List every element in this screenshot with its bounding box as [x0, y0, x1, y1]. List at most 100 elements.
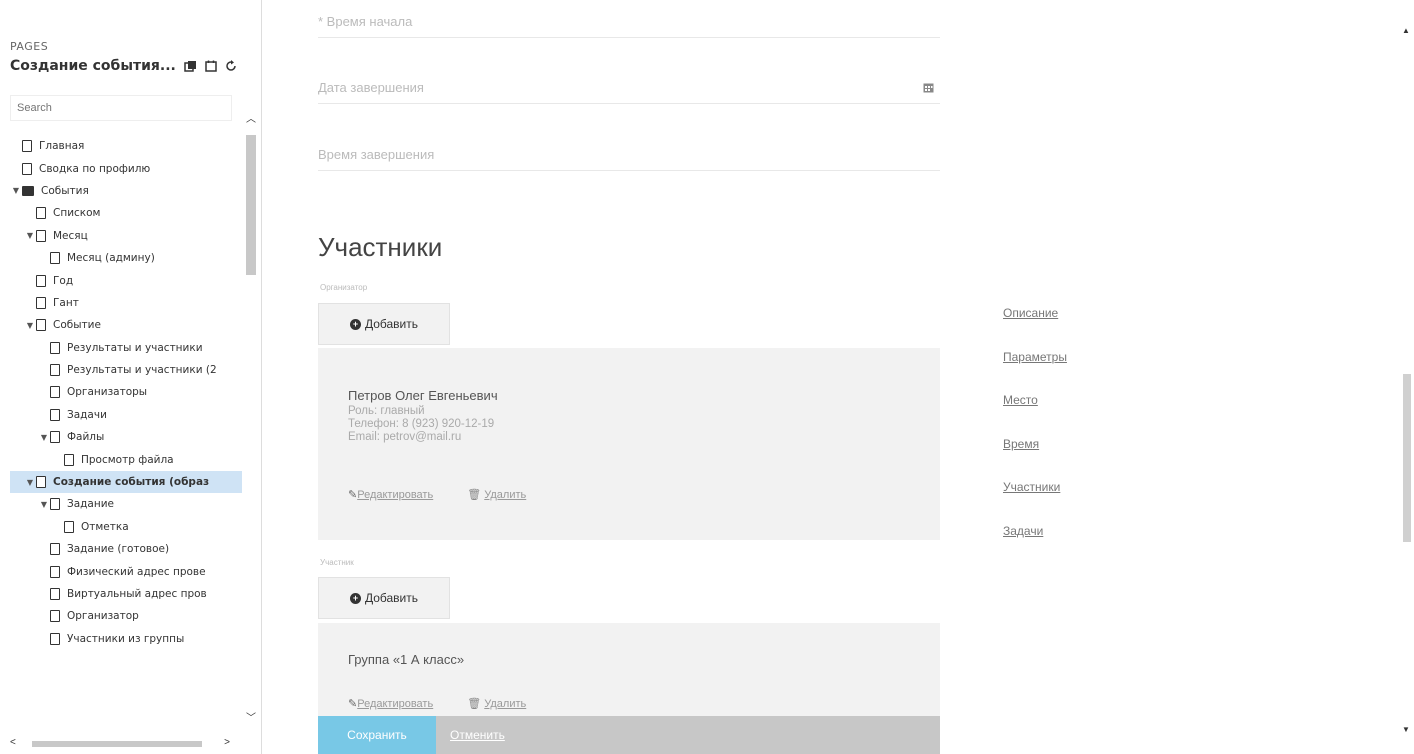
start-time-field[interactable]: * Время начала [318, 4, 940, 38]
tree-item[interactable]: Отметка [10, 516, 242, 538]
scroll-up-icon[interactable]: ▲ [1402, 26, 1410, 35]
tree-item[interactable]: Гант [10, 292, 242, 314]
page-search-input[interactable] [11, 96, 231, 120]
plus-circle-icon: + [349, 592, 361, 604]
tree-item-label: Просмотр файла [81, 453, 174, 466]
participant-delete-link[interactable]: 🗑 Удалить [467, 697, 526, 710]
page-icon [36, 207, 46, 220]
tree-item[interactable]: Организаторы [10, 381, 242, 403]
tree-item[interactable]: ▼ Файлы [10, 426, 242, 448]
tree-item[interactable]: Главная [10, 135, 242, 157]
page-icon [64, 453, 74, 466]
add-organizer-button[interactable]: + Добавить [318, 303, 450, 345]
page-icon [50, 341, 60, 354]
participants-heading: Участники [318, 232, 443, 262]
tree-item[interactable]: Списком [10, 202, 242, 224]
tree-item[interactable]: Задачи [10, 404, 242, 426]
scroll-left-icon[interactable]: < [10, 737, 16, 748]
participant-name: Группа «1 А класс» [348, 652, 465, 667]
tree-item[interactable]: ▼ Создание события (образ [10, 470, 242, 494]
expand-caret-icon[interactable]: ▼ [24, 231, 36, 240]
tree-item-label: Год [53, 274, 74, 287]
organizer-edit-label: Редактировать [357, 489, 434, 501]
tree-item-label: Результаты и участники [67, 341, 203, 354]
tree-item-label: События [41, 184, 89, 197]
section-nav: Описание Параметры Место Время Участники Зада… [1003, 306, 1067, 567]
participant-group-label: Участник [320, 558, 354, 567]
scroll-up-icon[interactable]: ︿ [243, 110, 259, 126]
tree-item-label: Главная [39, 140, 85, 153]
end-date-field[interactable]: Дата завершения [318, 70, 940, 104]
sidebar-horizontal-scrollbar[interactable]: < > [10, 737, 250, 751]
participant-edit-link[interactable]: ✎Редактировать [348, 697, 433, 710]
tree-item[interactable]: ▼ Событие [10, 314, 242, 336]
organizer-email: Email: petrov@mail.ru [348, 431, 462, 443]
expand-caret-icon[interactable]: ▼ [24, 321, 36, 330]
tree-item-label: Месяц [53, 229, 88, 242]
calendar-page-icon[interactable] [204, 59, 218, 73]
tree-item-label: Файлы [67, 431, 105, 444]
tree-item[interactable]: Результаты и участники [10, 337, 242, 359]
tree-item[interactable]: ▼ Месяц [10, 225, 242, 247]
page-title-icons [184, 59, 238, 73]
organizer-name: Петров Олег Евгеньевич [348, 388, 498, 403]
tree-item[interactable]: ▼ Задание [10, 493, 242, 515]
tree-item-label: Событие [53, 319, 101, 332]
tree-item[interactable]: Участники из группы [10, 628, 242, 650]
tree-item[interactable]: ▼ События [10, 180, 242, 202]
save-button[interactable]: Сохранить [318, 716, 436, 754]
folder-icon [22, 185, 34, 196]
organizer-role: Роль: главный [348, 405, 425, 417]
pencil-icon: ✎ [348, 698, 358, 710]
tree-item[interactable]: Год [10, 269, 242, 291]
add-participant-button[interactable]: + Добавить [318, 577, 450, 619]
tree-item[interactable]: Результаты и участники (2 [10, 359, 242, 381]
tree-item[interactable]: Сводка по профилю [10, 157, 242, 179]
page-icon [36, 476, 46, 489]
tree-item-label: Сводка по профилю [39, 162, 151, 175]
tree-item[interactable]: Виртуальный адрес пров [10, 583, 242, 605]
expand-caret-icon[interactable]: ▼ [10, 186, 22, 195]
page-scroll-thumb[interactable] [1403, 374, 1411, 542]
section-nav-link[interactable]: Задачи [1003, 524, 1067, 568]
participant-edit-label: Редактировать [357, 698, 434, 710]
page-icon [50, 632, 60, 645]
tree-item-label: Задание [67, 498, 115, 511]
section-nav-link[interactable]: Параметры [1003, 350, 1067, 394]
page-title: Создание события... [10, 58, 176, 74]
sidebar-scrollbar[interactable]: ︿ ﹀ [243, 105, 259, 730]
sidebar-scroll-thumb[interactable] [246, 135, 256, 275]
scroll-down-icon[interactable]: ﹀ [243, 709, 259, 725]
duplicate-page-icon[interactable] [184, 59, 198, 73]
expand-caret-icon[interactable]: ▼ [24, 478, 36, 487]
organizer-actions: ✎Редактировать 🗑 Удалить [348, 488, 526, 501]
section-nav-link[interactable]: Место [1003, 393, 1067, 437]
scroll-right-icon[interactable]: > [224, 737, 230, 748]
expand-caret-icon[interactable]: ▼ [38, 500, 50, 509]
sidebar-hscroll-thumb[interactable] [32, 741, 202, 747]
add-organizer-label: Добавить [364, 317, 419, 331]
tree-item[interactable]: Месяц (админу) [10, 247, 242, 269]
expand-caret-icon[interactable]: ▼ [38, 433, 50, 442]
page-icon [22, 140, 32, 153]
organizer-phone: Телефон: 8 (923) 920-12-19 [348, 418, 495, 430]
trash-icon: 🗑 [467, 489, 482, 501]
section-nav-link[interactable]: Описание [1003, 306, 1067, 350]
section-nav-link[interactable]: Участники [1003, 480, 1067, 524]
section-nav-link[interactable]: Время [1003, 437, 1067, 481]
cancel-button[interactable]: Отменить [450, 716, 505, 754]
organizer-edit-link[interactable]: ✎Редактировать [348, 488, 433, 501]
end-time-field[interactable]: Время завершения [318, 137, 940, 171]
organizer-delete-link[interactable]: 🗑 Удалить [467, 488, 526, 501]
tree-item[interactable]: Физический адрес прове [10, 560, 242, 582]
rotate-icon[interactable] [224, 59, 238, 73]
page-icon [50, 408, 60, 421]
tree-item[interactable]: Организатор [10, 605, 242, 627]
tree-item[interactable]: Задание (готовое) [10, 538, 242, 560]
tree-item[interactable]: Просмотр файла [10, 448, 242, 470]
page-icon [36, 296, 46, 309]
scroll-down-icon[interactable]: ▼ [1402, 725, 1410, 734]
participant-card: Группа «1 А класс» ✎Редактировать 🗑 Удал… [318, 623, 940, 716]
calendar-icon[interactable] [923, 82, 934, 96]
page-scrollbar[interactable]: ▲ ▼ [1400, 0, 1414, 754]
